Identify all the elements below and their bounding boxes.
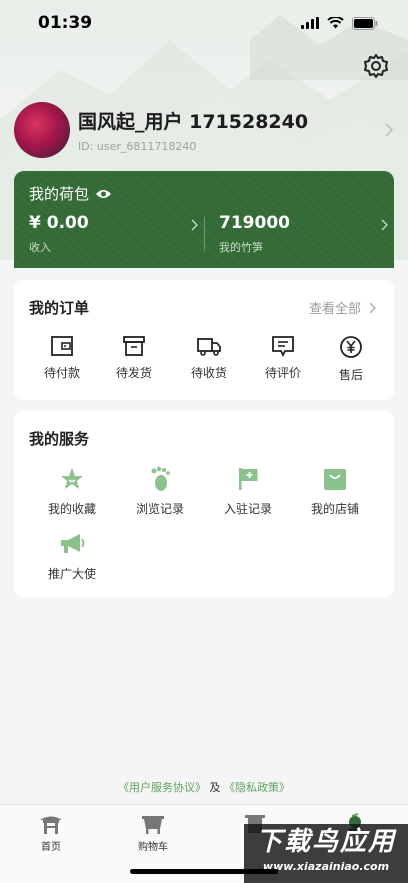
view-all-orders-link[interactable]: 查看全部 bbox=[309, 298, 376, 317]
bamboo-value: 719000 bbox=[219, 213, 290, 233]
agreement-footer: 《用户服务协议》 及 《隐私政策》 bbox=[0, 779, 408, 795]
income-label: 收入 bbox=[29, 241, 51, 254]
wifi-icon bbox=[327, 17, 344, 29]
user-agreement-link[interactable]: 《用户服务协议》 bbox=[118, 781, 206, 794]
wallet-income[interactable]: ¥ 0.00 收入 bbox=[29, 213, 204, 257]
flag-icon bbox=[239, 468, 258, 490]
orders-card: 我的订单 查看全部 待付款 待发货 待收货 待评价 售后 bbox=[14, 280, 394, 400]
home-indicator[interactable] bbox=[130, 869, 278, 874]
chevron-right-icon bbox=[385, 123, 394, 137]
wallet-card: 我的荷包 ¥ 0.00 收入 719000 我的竹笋 bbox=[14, 171, 394, 268]
settings-gear-icon[interactable] bbox=[362, 52, 390, 80]
service-promotion-ambassador[interactable]: 推广大使 bbox=[32, 531, 112, 582]
review-icon bbox=[272, 336, 294, 357]
avatar[interactable] bbox=[14, 102, 70, 158]
order-pending-review[interactable]: 待评价 bbox=[253, 335, 313, 381]
chevron-right-icon bbox=[191, 219, 198, 231]
star-icon bbox=[61, 468, 83, 489]
tab-home[interactable]: 首页 bbox=[16, 813, 86, 853]
profile-id: ID: user_6811718240 bbox=[78, 140, 197, 153]
chevron-right-icon bbox=[369, 302, 376, 313]
services-card: 我的服务 我的收藏 浏览记录 入驻记录 我的店铺 推广大使 bbox=[14, 411, 394, 597]
service-favorites[interactable]: 我的收藏 bbox=[32, 466, 112, 517]
footprint-icon bbox=[151, 466, 170, 491]
order-pending-shipment[interactable]: 待发货 bbox=[104, 335, 164, 381]
privacy-policy-link[interactable]: 《隐私政策》 bbox=[224, 781, 290, 794]
yen-icon bbox=[340, 336, 362, 358]
package-icon bbox=[123, 336, 145, 356]
tab-cart[interactable]: 购物车 bbox=[118, 813, 188, 853]
profile-name: 国风起_用户 171528240 bbox=[78, 111, 309, 133]
services-title: 我的服务 bbox=[29, 430, 90, 448]
wallet-bamboo[interactable]: 719000 我的竹笋 bbox=[219, 213, 394, 257]
service-browse-history[interactable]: 浏览记录 bbox=[120, 466, 200, 517]
watermark-title: 下载鸟应用 bbox=[255, 827, 396, 857]
order-after-sales[interactable]: 售后 bbox=[321, 335, 381, 383]
chevron-right-icon bbox=[381, 219, 388, 231]
megaphone-icon bbox=[61, 534, 85, 553]
truck-icon bbox=[197, 338, 221, 356]
bamboo-label: 我的竹笋 bbox=[219, 241, 263, 254]
battery-icon bbox=[352, 16, 378, 30]
cart-icon bbox=[142, 816, 164, 834]
eye-icon[interactable] bbox=[95, 188, 112, 200]
agreement-and: 及 bbox=[209, 781, 221, 794]
status-bar: 01:39 bbox=[0, 0, 408, 46]
orders-title: 我的订单 bbox=[29, 299, 90, 317]
home-pavilion-icon bbox=[40, 816, 62, 834]
order-pending-receipt[interactable]: 待收货 bbox=[179, 335, 239, 381]
profile-header[interactable]: 国风起_用户 171528240 ID: user_6811718240 bbox=[14, 100, 394, 160]
status-time: 01:39 bbox=[38, 13, 93, 33]
service-my-shop[interactable]: 我的店铺 bbox=[295, 466, 375, 517]
income-value: ¥ 0.00 bbox=[29, 213, 89, 233]
shop-icon bbox=[324, 469, 346, 490]
wallet-icon bbox=[51, 336, 73, 356]
service-settlement-records[interactable]: 入驻记录 bbox=[208, 466, 288, 517]
order-pending-payment[interactable]: 待付款 bbox=[32, 335, 92, 381]
wallet-divider bbox=[204, 217, 205, 251]
wallet-title: 我的荷包 bbox=[29, 185, 90, 203]
signal-icon bbox=[301, 17, 319, 29]
watermark-badge: 下载鸟应用 www.xiazainiao.com bbox=[244, 824, 408, 883]
